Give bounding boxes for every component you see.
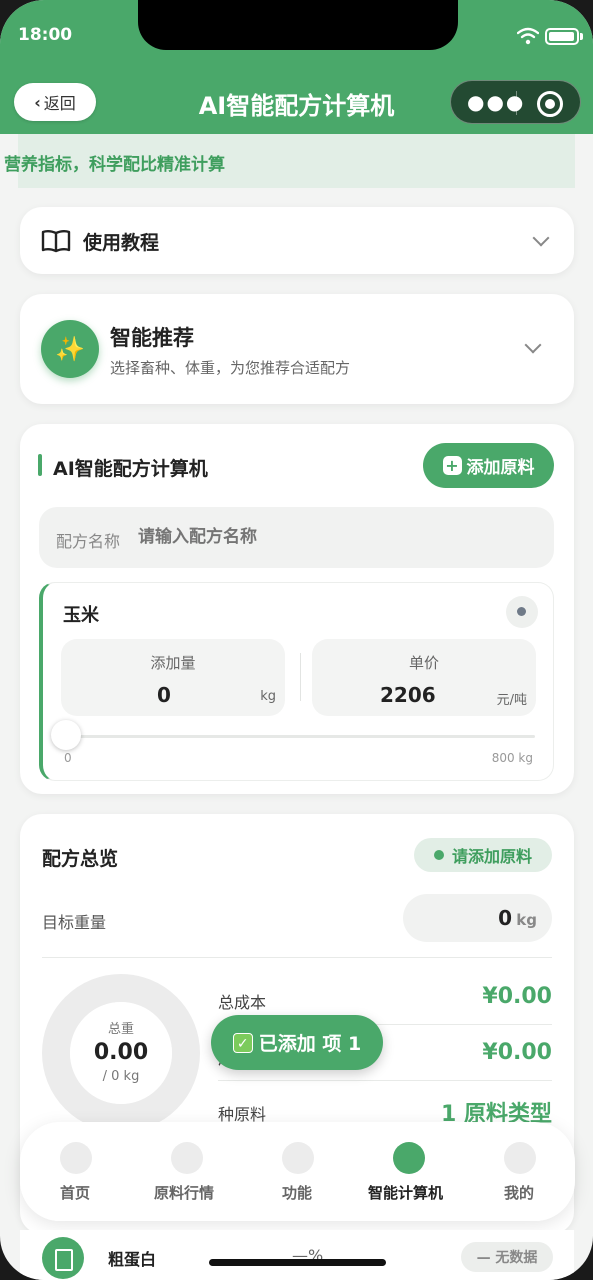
formula-calculator-card: AI智能配方计算机 + 添加原料 配方名称 玉米 添加量 0 kg 单价 220… xyxy=(20,424,574,794)
donut-value: 0.00 xyxy=(93,1040,149,1065)
calculator-icon xyxy=(393,1142,425,1174)
tutorial-label: 使用教程 xyxy=(83,232,160,254)
amount-value[interactable]: 0 xyxy=(157,683,171,707)
total-weight-donut: 总重 0.00 / 0 kg xyxy=(42,974,200,1132)
hint-dot-icon xyxy=(433,850,444,860)
close-target-icon[interactable] xyxy=(537,91,563,117)
added-toast: ✓ 已添加 项 1 xyxy=(211,1015,383,1070)
stat-value: ¥0.00 xyxy=(482,984,552,1009)
tab-home[interactable]: 首页 xyxy=(20,1122,131,1221)
remove-ingredient-icon[interactable] xyxy=(506,596,538,628)
stat-divider xyxy=(218,1080,552,1081)
tab-label: 功能 xyxy=(282,1184,313,1202)
bottom-tab-bar: 首页 原料行情 功能 智能计算机 我的 xyxy=(20,1122,575,1221)
recommend-title: 智能推荐 xyxy=(110,326,194,350)
target-weight-value: 0 xyxy=(498,906,512,930)
divider xyxy=(42,957,552,958)
add-ingredient-label: 添加原料 xyxy=(466,458,535,478)
ingredient-name: 玉米 xyxy=(63,605,99,626)
amount-slider-track[interactable] xyxy=(65,735,535,738)
book-icon xyxy=(41,230,71,253)
nutrient-row: 粗蛋白 —% — 无数据 xyxy=(20,1230,574,1280)
formula-name-input[interactable] xyxy=(138,527,518,547)
grid-icon xyxy=(282,1142,314,1174)
tab-profile[interactable]: 我的 xyxy=(464,1122,575,1221)
target-weight-unit: kg xyxy=(516,911,537,929)
section-accent-bar xyxy=(38,454,42,476)
donut-subtext: / 0 kg xyxy=(102,1069,140,1084)
tab-label: 我的 xyxy=(504,1184,535,1202)
tab-label: 智能计算机 xyxy=(368,1184,444,1202)
tab-market[interactable]: 原料行情 xyxy=(131,1122,242,1221)
wifi-icon xyxy=(517,27,539,45)
donut-label: 总重 xyxy=(107,1022,134,1037)
ingredient-card: 玉米 添加量 0 kg 单价 2206 元/吨 0 800 kg xyxy=(39,582,554,781)
sparkle-icon: ✨ xyxy=(41,320,99,378)
tab-label: 原料行情 xyxy=(154,1184,215,1202)
overview-title: 配方总览 xyxy=(42,848,119,870)
tab-label: 首页 xyxy=(60,1184,91,1202)
target-weight-label: 目标重量 xyxy=(42,913,107,932)
calculator-title: AI智能配方计算机 xyxy=(53,458,208,480)
banner-text: 营养指标，科学配比精准计算 xyxy=(4,155,225,175)
amount-slider-thumb[interactable] xyxy=(51,720,81,750)
add-ingredient-button[interactable]: + 添加原料 xyxy=(423,443,554,488)
intro-banner: 营养指标，科学配比精准计算 xyxy=(4,134,575,188)
battery-icon xyxy=(545,28,579,45)
mini-program-capsule: ●●● xyxy=(450,80,581,124)
camera-notch xyxy=(138,0,458,50)
toast-text: 已添加 项 1 xyxy=(258,1033,362,1055)
market-icon xyxy=(171,1142,203,1174)
nutrient-name: 粗蛋白 xyxy=(108,1250,157,1269)
formula-name-label: 配方名称 xyxy=(56,532,121,551)
recommend-subtitle: 选择畜种、体重，为您推荐合适配方 xyxy=(110,359,351,377)
amount-box[interactable]: 添加量 0 kg xyxy=(61,639,285,716)
smart-recommend-panel[interactable]: ✨ 智能推荐 选择畜种、体重，为您推荐合适配方 xyxy=(20,294,574,404)
no-data-badge: — 无数据 xyxy=(461,1242,553,1272)
battery-tip xyxy=(580,33,583,40)
price-box[interactable]: 单价 2206 元/吨 xyxy=(312,639,536,716)
status-time: 18:00 xyxy=(18,25,73,45)
navigation-bar: 18:00 ‹ 返回 AI智能配方计算机 ●●● xyxy=(0,0,593,134)
tab-calculator[interactable]: 智能计算机 xyxy=(353,1122,464,1221)
stat-label: 总成本 xyxy=(218,993,267,1012)
formula-name-field: 配方名称 xyxy=(39,507,554,568)
home-indicator[interactable] xyxy=(209,1259,386,1266)
add-ingredient-hint-badge[interactable]: 请添加原料 xyxy=(414,838,552,872)
home-icon xyxy=(60,1142,92,1174)
price-value[interactable]: 2206 xyxy=(380,683,436,707)
tutorial-panel[interactable]: 使用教程 xyxy=(20,207,574,274)
hint-label: 请添加原料 xyxy=(451,847,532,866)
donut-center: 总重 0.00 / 0 kg xyxy=(70,1002,172,1104)
target-weight-input[interactable]: 0 kg xyxy=(403,894,552,942)
capsule-divider xyxy=(516,91,517,115)
chevron-down-icon xyxy=(532,229,550,247)
amount-unit: kg xyxy=(260,689,276,704)
plus-icon: + xyxy=(442,456,462,475)
tab-functions[interactable]: 功能 xyxy=(242,1122,353,1221)
check-icon: ✓ xyxy=(232,1032,253,1053)
price-label: 单价 xyxy=(408,654,439,672)
price-unit: 元/吨 xyxy=(496,693,527,708)
user-icon xyxy=(504,1142,536,1174)
chevron-down-icon xyxy=(524,336,542,354)
amount-label: 添加量 xyxy=(150,654,196,672)
slider-max-label: 800 kg xyxy=(491,751,533,765)
phone-screen: 18:00 ‹ 返回 AI智能配方计算机 ●●● 营养指标，科学配比精准计算 使… xyxy=(0,0,593,1280)
protein-icon xyxy=(42,1237,84,1279)
stat-value: ¥0.00 xyxy=(482,1040,552,1065)
slider-min-label: 0 xyxy=(64,751,72,765)
field-divider xyxy=(300,653,301,701)
